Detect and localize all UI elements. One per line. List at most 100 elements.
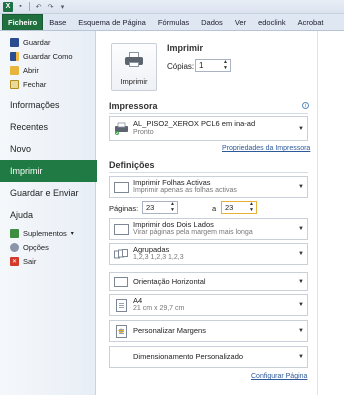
tab-view[interactable]: Ver <box>229 14 252 30</box>
customize-icon[interactable]: ▾ <box>58 2 67 11</box>
collate-dropdown[interactable]: Agrupadas 1,2,3 1,2,3 1,2,3 ▼ <box>109 243 308 265</box>
printer-dropdown[interactable]: AL_PISO2_XEROX PCL6 em ina-ad Pronto ▼ <box>109 116 308 141</box>
print-what-dropdown[interactable]: Imprimir Folhas Activas Imprimir apenas … <box>109 176 308 198</box>
orientation-dropdown[interactable]: Orientação Horizontal ▼ <box>109 272 308 291</box>
pages-to-label: a <box>212 204 217 213</box>
nav-info[interactable]: Informações <box>0 94 95 116</box>
tab-formulas[interactable]: Fórmulas <box>152 14 195 30</box>
margins-dropdown[interactable]: ★ Personalizar Margens ▼ <box>109 320 308 342</box>
chevron-down-icon: ▾ <box>70 230 74 237</box>
nav-exit[interactable]: ✕ Sair <box>0 254 95 268</box>
toolbar-separator <box>29 2 30 11</box>
paper-size-dropdown[interactable]: A4 21 cm x 29,7 cm ▼ <box>109 294 308 316</box>
chevron-down-icon: ▼ <box>298 354 304 360</box>
backstage-nav: Guardar Guardar Como Abrir Fechar Inform… <box>0 31 107 395</box>
tab-home[interactable]: Base <box>43 14 72 30</box>
printer-heading: Impressora <box>109 101 158 111</box>
nav-open-label: Abrir <box>23 65 39 75</box>
print-heading: Imprimir <box>167 43 204 53</box>
copies-spinner[interactable]: ▲ ▼ <box>222 59 229 71</box>
info-icon[interactable]: i <box>302 102 309 109</box>
nav-save-as-label: Guardar Como <box>23 51 73 61</box>
nav-close-label: Fechar <box>23 79 47 89</box>
folder-open-icon <box>10 65 19 75</box>
printer-name: AL_PISO2_XEROX PCL6 em ina-ad <box>133 119 256 129</box>
tab-edoclink[interactable]: edoclink <box>252 14 292 30</box>
exit-icon: ✕ <box>10 256 19 266</box>
divider <box>109 172 308 173</box>
collate-icon <box>113 247 129 261</box>
pages-to-value: 23 <box>225 203 234 212</box>
options-icon <box>10 242 19 252</box>
chevron-down-icon: ▼ <box>298 184 304 190</box>
panel-scrollbar[interactable] <box>317 31 344 395</box>
nav-close[interactable]: Fechar <box>0 77 95 91</box>
print-button-label: Imprimir <box>120 77 148 86</box>
page-setup-link[interactable]: Configurar Página <box>251 373 307 380</box>
nav-new[interactable]: Novo <box>0 138 95 160</box>
pages-from-input[interactable]: 23 ▲ ▼ <box>142 201 178 214</box>
nav-exit-label: Sair <box>23 256 37 266</box>
printer-properties-link[interactable]: Propriedades da Impressora <box>222 145 310 152</box>
addins-icon <box>10 228 19 238</box>
chevron-down-icon: ▼ <box>298 226 304 232</box>
pages-to-spinner[interactable]: ▲ ▼ <box>248 201 255 213</box>
nav-addins-label: Suplementos <box>23 228 67 238</box>
save-as-icon <box>10 51 19 61</box>
duplex-subtitle: Virar páginas pela margem mais longa <box>133 229 253 237</box>
tab-acrobat[interactable]: Acrobat <box>292 14 330 30</box>
paper-size-title: A4 <box>133 295 143 305</box>
paper-size-subtitle: 21 cm x 29,7 cm <box>133 305 185 313</box>
tab-data[interactable]: Dados <box>195 14 229 30</box>
copies-input[interactable]: 1 ▲ ▼ <box>195 59 231 72</box>
pages-from-spinner[interactable]: ▲ ▼ <box>169 201 176 213</box>
ribbon-tabs: Ficheiro Base Esquema de Página Fórmulas… <box>0 14 344 31</box>
pages-label: Páginas: <box>109 204 139 213</box>
redo-icon[interactable]: ↷ <box>46 2 55 11</box>
tab-page-layout[interactable]: Esquema de Página <box>72 14 152 30</box>
copies-label: Cópias: <box>167 62 195 71</box>
chevron-down-icon: ▼ <box>298 328 304 334</box>
duplex-icon <box>113 222 129 236</box>
scaling-dropdown[interactable]: Dimensionamento Personalizado ▼ <box>109 346 308 368</box>
duplex-dropdown[interactable]: Imprimir dos Dois Lados Virar páginas pe… <box>109 218 308 240</box>
collate-subtitle: 1,2,3 1,2,3 1,2,3 <box>133 254 184 262</box>
undo-icon[interactable]: ↶ <box>34 2 43 11</box>
printer-icon <box>113 122 129 136</box>
divider <box>109 113 308 114</box>
margins-star-icon: ★ <box>115 324 127 338</box>
landscape-icon <box>113 275 129 289</box>
margins-title: Personalizar Margens <box>133 326 206 336</box>
paper-icon <box>113 298 129 312</box>
print-what-title: Imprimir Folhas Activas <box>133 177 211 187</box>
chevron-down-icon: ▼ <box>298 302 304 308</box>
nav-options[interactable]: Opções <box>0 240 95 254</box>
chevron-down-icon: ▼ <box>298 125 304 132</box>
pages-to-input[interactable]: 23 ▲ ▼ <box>221 201 257 214</box>
nav-save-as[interactable]: Guardar Como <box>0 49 95 63</box>
tab-file[interactable]: Ficheiro <box>2 14 44 30</box>
nav-save-send[interactable]: Guardar e Enviar <box>0 182 95 204</box>
close-file-icon <box>10 79 19 89</box>
nav-recent[interactable]: Recentes <box>0 116 95 138</box>
print-button[interactable]: Imprimir <box>111 43 157 91</box>
printer-icon <box>125 52 143 67</box>
settings-heading: Definições <box>109 160 155 170</box>
pages-from-value: 23 <box>146 203 155 212</box>
nav-print[interactable]: Imprimir <box>0 160 107 182</box>
orientation-title: Orientação Horizontal <box>133 276 206 286</box>
nav-addins[interactable]: Suplementos ▾ <box>0 226 95 240</box>
print-what-subtitle: Imprimir apenas as folhas activas <box>133 187 237 195</box>
nav-options-label: Opções <box>23 242 49 252</box>
save-icon[interactable]: ▪ <box>16 2 25 11</box>
nav-open[interactable]: Abrir <box>0 63 95 77</box>
excel-logo-icon: X <box>3 1 13 12</box>
chevron-down-icon: ▼ <box>298 251 304 257</box>
printer-status: Pronto <box>133 128 154 136</box>
nav-save[interactable]: Guardar <box>0 35 95 49</box>
nav-help[interactable]: Ajuda <box>0 204 95 226</box>
save-icon <box>10 37 19 47</box>
duplex-title: Imprimir dos Dois Lados <box>133 219 214 229</box>
scaling-title: Dimensionamento Personalizado <box>133 352 244 362</box>
collate-title: Agrupadas <box>133 244 170 254</box>
